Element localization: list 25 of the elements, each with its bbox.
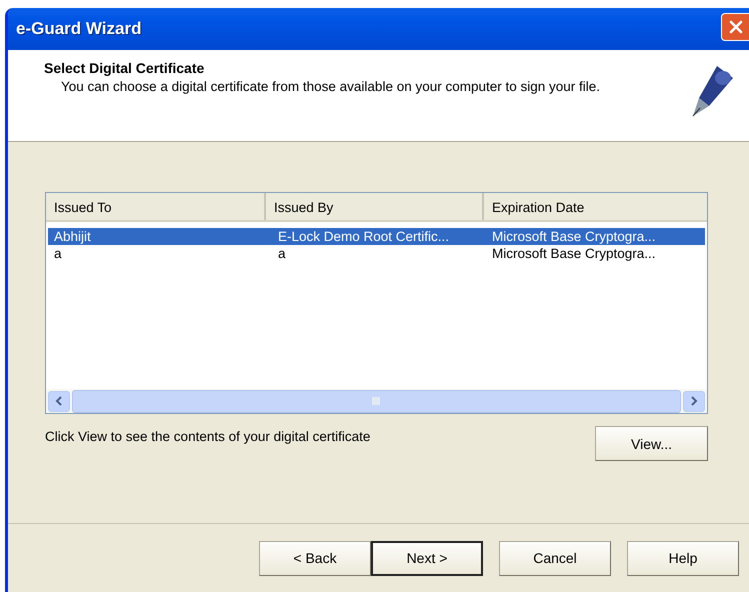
page-description: You can choose a digital certificate from those available on your computer to sign your file. <box>60 78 602 95</box>
scroll-right-button[interactable] <box>683 390 705 412</box>
table-cell-text: a <box>277 246 287 261</box>
table-cell-text: Microsoft Base Cryptogra... <box>491 246 657 261</box>
table-cell-text: Abhijit <box>53 229 92 244</box>
close-icon <box>728 20 742 34</box>
certificate-row[interactable]: Abhijit E-Lock Demo Root Certific... Microsoft Base Cryptogra... <box>48 228 705 245</box>
help-button[interactable]: Help <box>627 540 739 576</box>
view-button[interactable]: View... <box>595 426 708 461</box>
scroll-left-button[interactable] <box>48 390 70 412</box>
next-button[interactable]: Next > <box>371 540 483 576</box>
column-header[interactable]: Expiration Date <box>484 193 707 220</box>
column-header[interactable]: Issued To <box>46 193 266 220</box>
window-title: e-Guard Wizard <box>16 19 142 39</box>
cancel-button[interactable]: Cancel <box>499 540 611 576</box>
back-button[interactable]: < Back <box>259 540 371 576</box>
close-button[interactable] <box>721 13 749 41</box>
page-title: Select Digital Certificate <box>44 60 206 76</box>
certificate-row[interactable]: a a Microsoft Base Cryptogra... <box>48 245 705 262</box>
table-cell-text: a <box>53 246 63 261</box>
table-cell-text: E-Lock Demo Root Certific... <box>277 229 450 244</box>
grip-icon <box>372 397 381 405</box>
hint-text: Click View to see the contents of your digital certificate <box>45 428 370 444</box>
table-cell-text: Microsoft Base Cryptogra... <box>491 229 657 244</box>
column-header[interactable]: Issued By <box>266 193 484 220</box>
